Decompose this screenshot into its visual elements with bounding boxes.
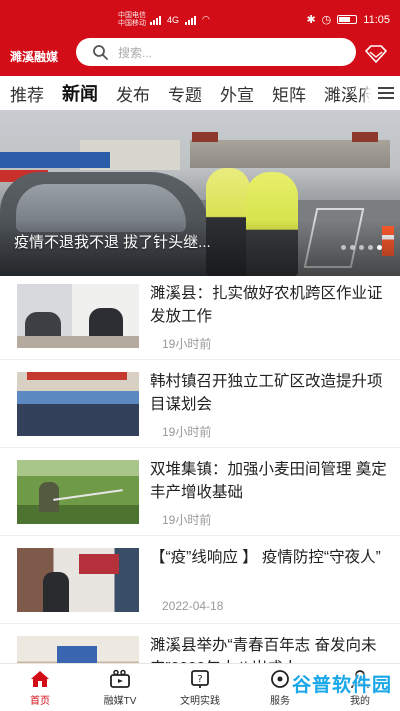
wifi-icon: ◠ <box>202 14 210 24</box>
app-header: 濉溪融媒 搜索... <box>0 36 400 76</box>
practice-icon: ? <box>191 670 209 688</box>
diamond-icon[interactable] <box>364 44 388 64</box>
news-thumbnail <box>17 460 139 524</box>
channel-menu-icon[interactable] <box>372 76 400 110</box>
tab-topics[interactable]: 专题 <box>168 81 202 106</box>
status-right: ✱ ◷ 11:05 <box>306 13 390 27</box>
news-time: 19小时前 <box>162 337 212 351</box>
alarm-icon: ◷ <box>321 14 332 26</box>
tab-tv[interactable]: 融媒TV <box>80 664 160 711</box>
carousel-indicator <box>341 245 382 250</box>
news-item[interactable]: 【“疫”线响应 】 疫情防控“守夜人” 2022-04-18 <box>0 536 400 624</box>
banner-scene-roof <box>192 132 218 142</box>
tab-home-label: 首页 <box>30 696 50 707</box>
brand-title: 濉溪融媒 <box>10 49 59 64</box>
banner-scene-roof-2 <box>352 132 378 142</box>
tv-icon <box>110 669 130 688</box>
tab-home[interactable]: 首页 <box>0 664 80 711</box>
headline-banner[interactable]: 疫情不退我不退 拔了针头继... <box>0 110 400 276</box>
tab-publish[interactable]: 发布 <box>116 81 150 106</box>
svg-text:?: ? <box>197 674 202 685</box>
news-item[interactable]: 韩村镇召开独立工矿区改造提升项目谋划会 19小时前 <box>0 360 400 448</box>
news-time: 2022-04-18 <box>162 599 224 613</box>
news-item[interactable]: 双堆集镇：加强小麦田间管理 奠定丰产增收基础 19小时前 <box>0 448 400 536</box>
search-bar[interactable]: 搜索... <box>76 38 356 66</box>
news-time: 19小时前 <box>162 425 212 439</box>
news-title: 濉溪县：扎实做好农机跨区作业证发放工作 <box>150 285 383 325</box>
tab-service-label: 服务 <box>270 696 290 707</box>
channel-tabs: 推荐 新闻 发布 专题 外宣 矩阵 濉溪府 <box>0 76 400 110</box>
watermark-logo: 谷普软件园 <box>291 675 392 696</box>
banner-scene-tollgate <box>190 140 390 168</box>
banner-scene-sign <box>0 152 110 168</box>
signal-icon-2 <box>185 15 197 25</box>
status-bar: 中国电信 中国移动 4G ◠ ✱ ◷ 11:05 <box>0 0 400 36</box>
carrier-bottom: 中国移动 <box>118 20 146 27</box>
news-thumbnail <box>17 548 139 612</box>
status-time: 11:05 <box>363 13 390 26</box>
news-title: 【“疫”线响应 】 疫情防控“守夜人” <box>150 549 381 566</box>
home-icon <box>31 671 49 687</box>
service-icon <box>271 670 289 688</box>
news-time: 19小时前 <box>162 513 212 527</box>
banner-caption: 疫情不退我不退 拔了针头继... <box>14 234 211 251</box>
tab-tv-label: 融媒TV <box>103 696 137 707</box>
tab-external[interactable]: 外宣 <box>220 81 254 106</box>
tab-news[interactable]: 新闻 <box>62 80 98 106</box>
signal-icon <box>150 15 161 25</box>
bluetooth-icon: ✱ <box>306 14 316 26</box>
news-title: 韩村镇召开独立工矿区改造提升项目谋划会 <box>150 373 383 413</box>
tab-recommend[interactable]: 推荐 <box>10 81 44 106</box>
news-thumbnail <box>17 372 139 436</box>
carrier-labels: 中国电信 中国移动 <box>118 12 146 28</box>
search-placeholder: 搜索... <box>118 45 153 60</box>
tab-suixi-gov[interactable]: 濉溪府 <box>324 81 375 106</box>
news-item[interactable]: 濉溪县：扎实做好农机跨区作业证发放工作 19小时前 <box>0 272 400 360</box>
search-icon <box>93 45 108 60</box>
tab-practice[interactable]: ? 文明实践 <box>160 664 240 711</box>
battery-icon <box>337 15 358 24</box>
tab-matrix[interactable]: 矩阵 <box>272 81 306 106</box>
tab-practice-label: 文明实践 <box>180 696 220 707</box>
carrier-top: 中国电信 <box>118 12 146 19</box>
news-title: 双堆集镇：加强小麦田间管理 奠定丰产增收基础 <box>150 461 387 501</box>
news-list: 濉溪县：扎实做好农机跨区作业证发放工作 19小时前 韩村镇召开独立工矿区改造提升… <box>0 272 400 711</box>
network-type: 4G <box>167 14 180 25</box>
news-thumbnail <box>17 284 139 348</box>
status-icons: 4G ◠ <box>150 14 210 25</box>
